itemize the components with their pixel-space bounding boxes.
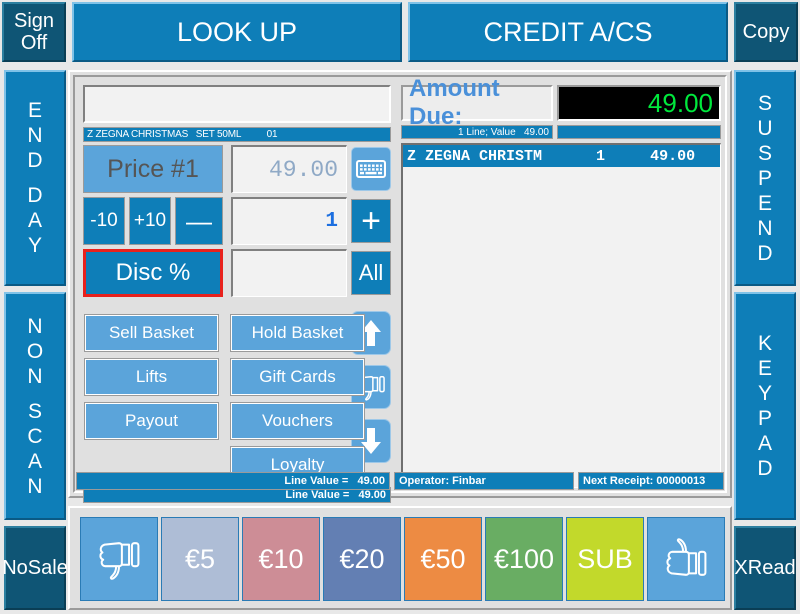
discount-percent-button[interactable]: Disc % bbox=[83, 249, 223, 297]
keyboard-icon bbox=[356, 160, 386, 178]
subtotal-button[interactable]: SUB bbox=[566, 517, 644, 601]
x-read-button[interactable]: XRead bbox=[734, 526, 796, 610]
no-sale-label: NoSale bbox=[2, 556, 68, 579]
copy-button[interactable]: Copy bbox=[734, 2, 798, 62]
quantity-value-text: 1 bbox=[325, 210, 338, 233]
price-row: Price #1 49.00 bbox=[83, 145, 391, 193]
non-scan-button[interactable]: NON SCAN bbox=[4, 292, 66, 520]
tender-20-label: €20 bbox=[339, 543, 385, 574]
sign-off-label-line2: Off bbox=[20, 32, 48, 54]
hold-basket-label: Hold Basket bbox=[251, 323, 344, 342]
tender-100-label: €100 bbox=[493, 543, 555, 574]
suspend-label: SUSPEND bbox=[757, 91, 773, 265]
quantity-row: -10 +10 — 1 bbox=[83, 197, 391, 245]
main-panel: Z ZEGNA CHRISTMAS SET 50ML 01 Price #1 4… bbox=[68, 70, 732, 503]
tender-10-button[interactable]: €10 bbox=[242, 517, 320, 601]
tender-20-button[interactable]: €20 bbox=[323, 517, 401, 601]
end-day-label: END DAY bbox=[27, 99, 43, 257]
look-up-label: LOOK UP bbox=[176, 16, 298, 47]
gift-cards-button[interactable]: Gift Cards bbox=[230, 358, 365, 396]
thumbs-up-icon bbox=[666, 538, 707, 576]
amount-due-label: Amount Due: bbox=[401, 75, 553, 130]
sell-basket-label: Sell Basket bbox=[108, 323, 195, 342]
discount-value-field[interactable] bbox=[231, 249, 347, 297]
transaction-list[interactable]: Z ZEGNA CHRISTM 1 49.00 bbox=[401, 143, 721, 488]
price-value-field[interactable]: 49.00 bbox=[231, 145, 347, 193]
vouchers-button[interactable]: Vouchers bbox=[230, 402, 365, 440]
description-input[interactable] bbox=[83, 85, 391, 123]
subtotal-label: SUB bbox=[577, 543, 633, 574]
thumbs-down-icon bbox=[99, 542, 140, 580]
row-value: 49.00 bbox=[650, 147, 696, 165]
row-value-spacer bbox=[605, 148, 650, 165]
copy-label: Copy bbox=[742, 20, 790, 43]
tender-5-label: €5 bbox=[184, 543, 216, 574]
top-button-bar: Sign Off LOOK UP CREDIT A/CS Copy bbox=[0, 0, 800, 64]
row-description: Z ZEGNA CHRISTM bbox=[407, 147, 543, 165]
entry-pane: Z ZEGNA CHRISTMAS SET 50ML 01 Price #1 4… bbox=[81, 83, 395, 503]
amount-due-value: 49.00 bbox=[557, 85, 721, 121]
sell-basket-button[interactable]: Sell Basket bbox=[84, 314, 219, 352]
decrement-button[interactable]: — bbox=[175, 197, 223, 245]
status-line-value: Line Value = 49.00 bbox=[76, 472, 390, 490]
status-bar: Line Value = 49.00 Operator: Finbar Next… bbox=[68, 472, 732, 492]
void-tender-button[interactable] bbox=[80, 517, 158, 601]
status-operator: Operator: Finbar bbox=[394, 472, 574, 490]
no-sale-button[interactable]: NoSale bbox=[2, 526, 68, 610]
minus-ten-label: -10 bbox=[90, 210, 118, 231]
credit-accounts-label: CREDIT A/CS bbox=[483, 16, 653, 47]
sign-off-button[interactable]: Sign Off bbox=[2, 2, 66, 62]
tender-100-button[interactable]: €100 bbox=[485, 517, 563, 601]
all-label: All bbox=[358, 260, 384, 285]
minus-ten-button[interactable]: -10 bbox=[83, 197, 125, 245]
lifts-button[interactable]: Lifts bbox=[84, 358, 219, 396]
tender-button-bar: €5 €10 €20 €50 €100 SUB bbox=[68, 506, 732, 610]
receipt-spacer-bar bbox=[557, 125, 721, 139]
row-qty-spacer bbox=[542, 148, 596, 165]
quantity-value-field[interactable]: 1 bbox=[231, 197, 347, 245]
payout-label: Payout bbox=[125, 411, 178, 430]
minus-icon: — bbox=[186, 205, 212, 236]
receipt-pane: Amount Due: 49.00 1 Line; Value 49.00 Z … bbox=[399, 75, 725, 488]
end-day-button[interactable]: END DAY bbox=[4, 70, 66, 286]
look-up-button[interactable]: LOOK UP bbox=[72, 2, 402, 62]
sign-off-label-line1: Sign bbox=[13, 10, 55, 32]
plus-ten-label: +10 bbox=[133, 210, 167, 231]
credit-accounts-button[interactable]: CREDIT A/CS bbox=[408, 2, 728, 62]
increment-button[interactable]: + bbox=[351, 199, 391, 243]
plus-icon: + bbox=[361, 201, 381, 240]
lifts-label: Lifts bbox=[135, 367, 168, 386]
all-button[interactable]: All bbox=[351, 251, 391, 295]
main-panel-inner: Z ZEGNA CHRISTMAS SET 50ML 01 Price #1 4… bbox=[73, 75, 727, 503]
confirm-tender-button[interactable] bbox=[647, 517, 725, 601]
keypad-button[interactable]: KEYPAD bbox=[734, 292, 796, 520]
tender-50-button[interactable]: €50 bbox=[404, 517, 482, 601]
vouchers-label: Vouchers bbox=[262, 411, 333, 430]
status-next-receipt: Next Receipt: 00000013 bbox=[578, 472, 724, 490]
price-level-label: Price #1 bbox=[107, 154, 199, 183]
discount-percent-label: Disc % bbox=[115, 259, 191, 286]
gift-cards-label: Gift Cards bbox=[259, 367, 336, 386]
non-scan-label: NON SCAN bbox=[26, 314, 44, 498]
keypad-label: KEYPAD bbox=[757, 332, 773, 480]
hold-basket-button[interactable]: Hold Basket bbox=[230, 314, 365, 352]
table-row[interactable]: Z ZEGNA CHRISTM 1 49.00 bbox=[403, 145, 720, 167]
x-read-label: XRead bbox=[734, 556, 796, 579]
item-description-bar: Z ZEGNA CHRISTMAS SET 50ML 01 bbox=[83, 127, 391, 142]
price-value-text: 49.00 bbox=[268, 156, 338, 183]
payout-button[interactable]: Payout bbox=[84, 402, 219, 440]
price-level-button[interactable]: Price #1 bbox=[83, 145, 223, 193]
keyboard-button[interactable] bbox=[351, 147, 391, 191]
discount-row: Disc % bbox=[83, 249, 391, 297]
tender-50-label: €50 bbox=[420, 543, 466, 574]
line-count-bar: 1 Line; Value 49.00 bbox=[401, 125, 553, 139]
tender-5-button[interactable]: €5 bbox=[161, 517, 239, 601]
row-qty: 1 bbox=[596, 147, 606, 165]
suspend-button[interactable]: SUSPEND bbox=[734, 70, 796, 286]
pos-application-window: Sign Off LOOK UP CREDIT A/CS Copy END DA… bbox=[0, 0, 800, 614]
plus-ten-button[interactable]: +10 bbox=[129, 197, 171, 245]
tender-10-label: €10 bbox=[258, 543, 304, 574]
